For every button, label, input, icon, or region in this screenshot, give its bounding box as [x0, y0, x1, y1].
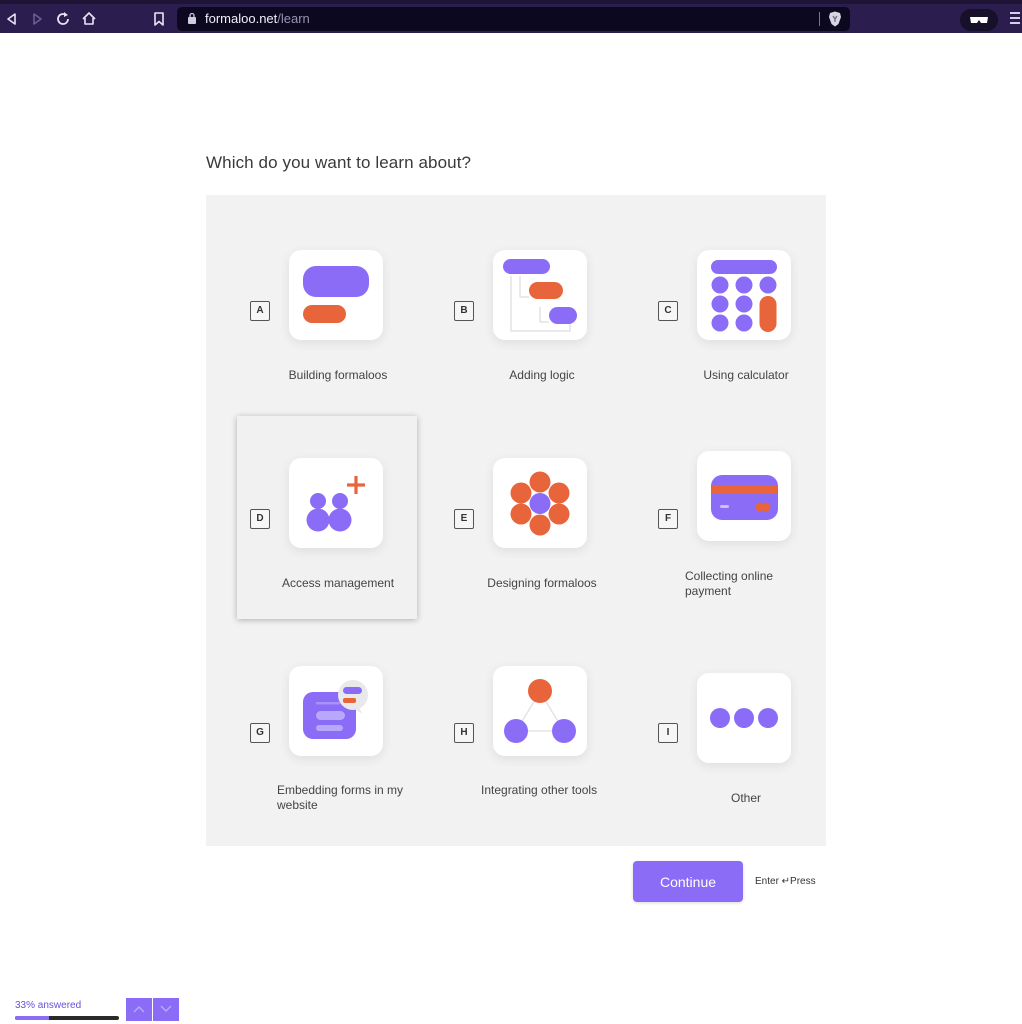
- lock-icon: [188, 12, 196, 24]
- question-title: Which do you want to learn about?: [206, 153, 472, 172]
- options-panel: A Building formaloos B Adding logic C Us…: [206, 195, 826, 846]
- previous-question-button[interactable]: [126, 998, 152, 1021]
- continue-button[interactable]: Continue: [633, 861, 743, 902]
- enter-hint: Enter ↵Press: [755, 876, 816, 887]
- option-key-f: F: [658, 509, 678, 529]
- form-blocks-icon: [289, 250, 383, 340]
- users-add-icon: [289, 458, 383, 548]
- option-label-i: Other: [730, 791, 761, 805]
- option-label-a: Building formaloos: [288, 368, 388, 382]
- logic-flow-icon: [493, 250, 587, 340]
- option-c[interactable]: C Using calculator: [645, 207, 825, 411]
- progress-text: 33% answered: [15, 1000, 82, 1011]
- option-label-h: Integrating other tools: [481, 783, 598, 797]
- progress-fill: [15, 1016, 50, 1020]
- option-key-d: D: [250, 509, 270, 529]
- option-label-c: Using calculator: [703, 368, 789, 382]
- url-divider: [819, 12, 820, 26]
- option-d[interactable]: D Access management: [237, 416, 417, 619]
- embed-chat-icon: [289, 666, 383, 756]
- option-key-h: H: [454, 723, 474, 743]
- progress-indicator: 33% answered: [15, 1000, 119, 1020]
- forward-icon[interactable]: [27, 9, 47, 29]
- option-g[interactable]: G Embedding forms in my website: [237, 624, 417, 828]
- option-b[interactable]: B Adding logic: [441, 207, 621, 411]
- option-key-b: B: [454, 301, 474, 321]
- url-domain: formaloo.net: [205, 11, 278, 26]
- more-dots-icon: [697, 673, 791, 763]
- option-key-g: G: [250, 723, 270, 743]
- bookmark-icon[interactable]: [149, 9, 169, 29]
- brave-shield-icon[interactable]: [828, 11, 842, 27]
- option-label-f: Collecting online payment: [685, 569, 774, 598]
- chevron-down-icon: [160, 1005, 172, 1012]
- private-window-button[interactable]: [960, 9, 998, 31]
- option-label-g: Embedding forms in my website: [277, 783, 404, 812]
- browser-toolbar: formaloo.net/learn: [0, 0, 1022, 33]
- address-bar[interactable]: formaloo.net/learn: [177, 7, 850, 31]
- url-text: formaloo.net/learn: [205, 11, 310, 26]
- hamburger-menu-icon[interactable]: [1010, 12, 1022, 26]
- option-label-e: Designing formaloos: [487, 576, 597, 590]
- option-e[interactable]: E Designing formaloos: [441, 416, 621, 620]
- flower-palette-icon: [493, 458, 587, 548]
- question-navigation: [126, 998, 179, 1021]
- back-icon[interactable]: [2, 9, 22, 29]
- option-key-e: E: [454, 509, 474, 529]
- progress-track: [15, 1016, 119, 1020]
- option-f[interactable]: F Collecting online payment: [645, 416, 825, 620]
- credit-card-icon: [697, 451, 791, 541]
- url-path: /learn: [277, 11, 310, 26]
- option-i[interactable]: I Other: [645, 624, 825, 828]
- next-question-button[interactable]: [153, 998, 179, 1021]
- option-label-d: Access management: [281, 576, 395, 590]
- calculator-icon: [697, 250, 791, 340]
- home-icon[interactable]: [79, 9, 99, 29]
- option-h[interactable]: H Integrating other tools: [441, 624, 621, 828]
- option-a[interactable]: A Building formaloos: [237, 207, 417, 411]
- integration-triangle-icon: [493, 666, 587, 756]
- glasses-icon: [970, 17, 988, 23]
- chevron-up-icon: [133, 1006, 145, 1013]
- option-label-b: Adding logic: [509, 368, 575, 382]
- reload-icon[interactable]: [53, 9, 73, 29]
- option-key-a: A: [250, 301, 270, 321]
- option-key-c: C: [658, 301, 678, 321]
- option-key-i: I: [658, 723, 678, 743]
